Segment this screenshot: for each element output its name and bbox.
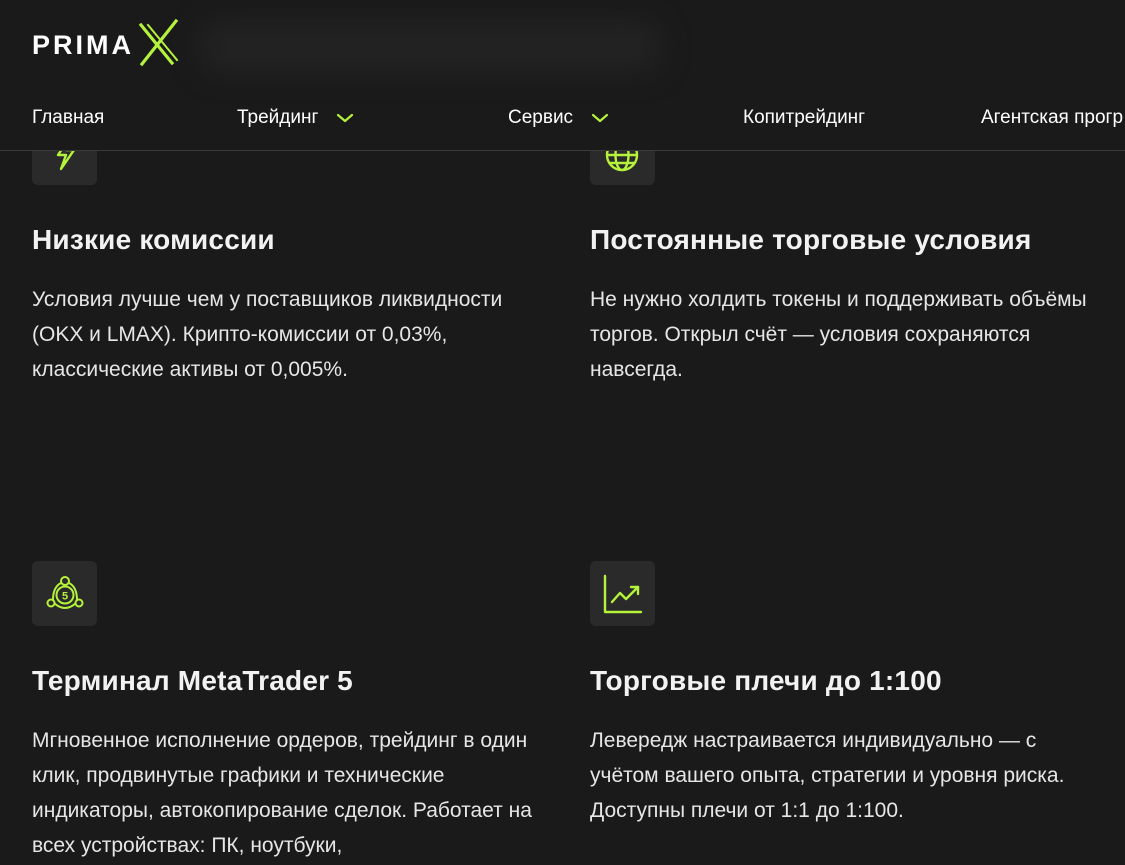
- nav-item-label: Трейдинг: [237, 107, 319, 128]
- nav-item-agent-program[interactable]: Агентская прогр: [981, 107, 1123, 129]
- feature-description: Левередж настраивается индивидуально — с…: [590, 729, 1065, 822]
- lightning-icon: [56, 151, 75, 171]
- page: Низкие комиссии Условия лучше чем у пост…: [0, 0, 1125, 865]
- feature-description: Мгновенное исполнение ордеров, трейдинг …: [32, 729, 532, 857]
- feature-icon-box: [590, 561, 655, 626]
- lightning-icon-box-peek: [32, 151, 97, 185]
- feature-card-metatrader: 5 Терминал MetaTrader 5 Мгновенное испол…: [32, 561, 552, 857]
- metatrader-icon-label: 5: [61, 590, 67, 602]
- nav-item-trading[interactable]: Трейдинг: [237, 107, 354, 129]
- feature-icon-box: 5: [32, 561, 97, 626]
- logo-x-mark: [136, 18, 182, 73]
- feature-title: Постоянные торговые условия: [590, 224, 1032, 255]
- feature-description: Не нужно холдить токены и поддерживать о…: [590, 288, 1087, 381]
- site-header: PRIMA Главная Трейдинг Сервис Копитрейди…: [0, 0, 1125, 151]
- nav-item-service[interactable]: Сервис: [508, 107, 609, 129]
- trending-chart-icon: [603, 574, 642, 613]
- logo[interactable]: PRIMA: [32, 18, 182, 73]
- nav-item-label: Агентская прогр: [981, 107, 1124, 128]
- logo-text: PRIMA: [32, 30, 134, 60]
- header-blur-overlay: [200, 22, 660, 72]
- nav-item-label: Сервис: [508, 107, 574, 128]
- feature-title: Торговые плечи до 1:100: [590, 665, 942, 696]
- feature-title: Терминал MetaTrader 5: [32, 665, 353, 696]
- feature-title: Низкие комиссии: [32, 224, 275, 255]
- feature-card-leverage: Торговые плечи до 1:100 Левередж настраи…: [590, 561, 1110, 822]
- nav-item-home[interactable]: Главная: [32, 107, 104, 129]
- nav-item-label: Главная: [32, 107, 105, 128]
- feature-description: Условия лучше чем у поставщиков ликвидно…: [32, 288, 503, 381]
- globe-icon: [605, 151, 639, 172]
- chevron-down-icon: [336, 112, 354, 124]
- globe-icon-box-peek: [590, 151, 655, 184]
- nav-item-label: Копитрейдинг: [743, 107, 866, 128]
- metatrader-icon: 5: [46, 575, 83, 609]
- nav-item-copytrading[interactable]: Копитрейдинг: [743, 107, 865, 129]
- chevron-down-icon: [591, 112, 609, 124]
